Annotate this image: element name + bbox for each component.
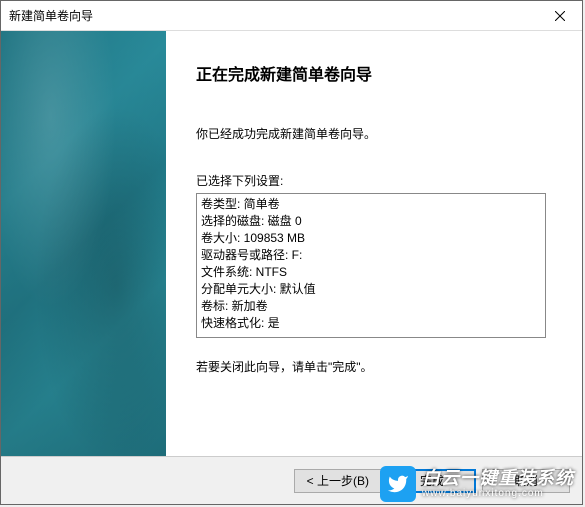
setting-line: 文件系统: NTFS: [201, 264, 541, 281]
body-area: 正在完成新建简单卷向导 你已经成功完成新建简单卷向导。 已选择下列设置: 卷类型…: [1, 31, 582, 504]
settings-listbox[interactable]: 卷类型: 简单卷 选择的磁盘: 磁盘 0 卷大小: 109853 MB 驱动器号…: [196, 193, 546, 338]
intro-text: 你已经成功完成新建简单卷向导。: [196, 125, 550, 142]
setting-line: 卷类型: 简单卷: [201, 196, 541, 213]
setting-line: 卷大小: 109853 MB: [201, 230, 541, 247]
finish-button[interactable]: 完成: [388, 469, 476, 493]
content-area: 正在完成新建简单卷向导 你已经成功完成新建简单卷向导。 已选择下列设置: 卷类型…: [1, 31, 582, 456]
button-bar: < 上一步(B) 完成 取消 白云一键重装系统 www.baiyunxitong…: [1, 456, 582, 504]
setting-line: 卷标: 新加卷: [201, 298, 541, 315]
settings-label: 已选择下列设置:: [196, 172, 550, 189]
titlebar: 新建简单卷向导: [1, 1, 582, 31]
setting-line: 快速格式化: 是: [201, 315, 541, 332]
wizard-sidebar-image: [1, 31, 166, 456]
page-heading: 正在完成新建简单卷向导: [196, 61, 550, 85]
setting-line: 选择的磁盘: 磁盘 0: [201, 213, 541, 230]
main-panel: 正在完成新建简单卷向导 你已经成功完成新建简单卷向导。 已选择下列设置: 卷类型…: [166, 31, 582, 456]
cancel-button[interactable]: 取消: [482, 469, 570, 493]
back-button[interactable]: < 上一步(B): [294, 469, 382, 493]
wizard-window: 新建简单卷向导 正在完成新建简单卷向导 你已经成功完成新建简单卷向导。 已选择下…: [0, 0, 583, 505]
setting-line: 驱动器号或路径: F:: [201, 247, 541, 264]
setting-line: 分配单元大小: 默认值: [201, 281, 541, 298]
close-button[interactable]: [537, 1, 582, 31]
closing-text: 若要关闭此向导，请单击"完成"。: [196, 358, 550, 375]
close-icon: [555, 11, 565, 21]
window-title: 新建简单卷向导: [9, 7, 93, 24]
